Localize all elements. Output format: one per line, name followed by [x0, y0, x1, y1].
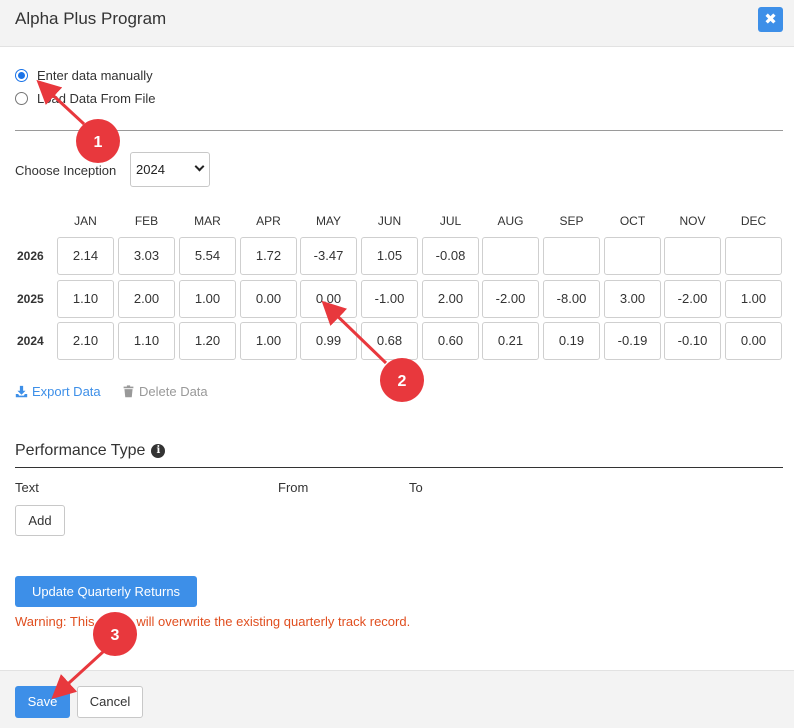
- month-header-sep: SEP: [559, 214, 584, 228]
- radio-enter-manually[interactable]: Enter data manually: [15, 66, 153, 84]
- return-input-2025-oct[interactable]: 3.00: [604, 280, 661, 318]
- return-input-2024-oct[interactable]: -0.19: [604, 322, 661, 360]
- return-input-2024-mar[interactable]: 1.20: [179, 322, 236, 360]
- return-input-2025-mar[interactable]: 1.00: [179, 280, 236, 318]
- inception-selected-value: 2024: [136, 162, 165, 177]
- return-input-2025-apr[interactable]: 0.00: [240, 280, 297, 318]
- return-input-2026-apr[interactable]: 1.72: [240, 237, 297, 275]
- return-input-2024-jan[interactable]: 2.10: [57, 322, 114, 360]
- annotation-number-1: 1: [94, 134, 103, 151]
- return-input-2026-oct[interactable]: [604, 237, 661, 275]
- close-icon: ✖: [764, 11, 777, 28]
- month-header-may: MAY: [315, 214, 342, 228]
- year-label-2025: 2025: [17, 292, 44, 306]
- return-input-2024-apr[interactable]: 1.00: [240, 322, 297, 360]
- return-input-2024-dec[interactable]: 0.00: [725, 322, 782, 360]
- return-input-2024-jul[interactable]: 0.60: [422, 322, 479, 360]
- return-input-2025-sep[interactable]: -8.00: [543, 280, 600, 318]
- return-input-2024-nov[interactable]: -0.10: [664, 322, 721, 360]
- save-button[interactable]: Save: [15, 686, 70, 718]
- return-input-2026-feb[interactable]: 3.03: [118, 237, 175, 275]
- radio-button[interactable]: [15, 91, 28, 105]
- return-input-2025-jan[interactable]: 1.10: [57, 280, 114, 318]
- return-input-2026-may[interactable]: -3.47: [300, 237, 357, 275]
- return-input-2026-jan[interactable]: 2.14: [57, 237, 114, 275]
- month-header-apr: APR: [256, 214, 281, 228]
- return-input-2025-nov[interactable]: -2.00: [664, 280, 721, 318]
- update-quarterly-returns-button[interactable]: Update Quarterly Returns: [15, 576, 197, 607]
- export-data-label: Export Data: [32, 384, 101, 399]
- return-input-2025-aug[interactable]: -2.00: [482, 280, 539, 318]
- month-header-oct: OCT: [619, 214, 646, 228]
- month-header-aug: AUG: [497, 214, 524, 228]
- annotation-number-3: 3: [111, 627, 120, 644]
- return-input-2024-may[interactable]: 0.99: [300, 322, 357, 360]
- performance-divider: [15, 467, 783, 468]
- add-button[interactable]: Add: [15, 505, 65, 536]
- return-input-2026-aug[interactable]: [482, 237, 539, 275]
- return-input-2026-mar[interactable]: 5.54: [179, 237, 236, 275]
- return-input-2026-nov[interactable]: [664, 237, 721, 275]
- chevron-down-icon: [194, 161, 205, 172]
- column-from-label: From: [278, 480, 309, 495]
- trash-icon: [123, 385, 134, 398]
- return-input-2025-jun[interactable]: -1.00: [361, 280, 418, 318]
- return-input-2026-jul[interactable]: -0.08: [422, 237, 479, 275]
- download-icon: [15, 385, 28, 398]
- radio-label-manual: Enter data manually: [37, 67, 153, 83]
- delete-data-link[interactable]: Delete Data: [122, 384, 208, 399]
- return-input-2026-dec[interactable]: [725, 237, 782, 275]
- year-label-2024: 2024: [17, 334, 44, 348]
- annotation-marker-2: 2: [380, 358, 424, 402]
- performance-type-title: Performance Type: [15, 442, 146, 459]
- return-input-2025-jul[interactable]: 2.00: [422, 280, 479, 318]
- month-header-feb: FEB: [134, 214, 159, 228]
- return-input-2024-jun[interactable]: 0.68: [361, 322, 418, 360]
- return-input-2025-dec[interactable]: 1.00: [725, 280, 782, 318]
- return-input-2026-jun[interactable]: 1.05: [361, 237, 418, 275]
- delete-data-label: Delete Data: [139, 384, 208, 399]
- radio-label-file: Load Data From File: [37, 90, 156, 106]
- month-header-jan: JAN: [74, 214, 97, 228]
- annotation-marker-1: 1: [76, 119, 120, 163]
- return-input-2024-sep[interactable]: 0.19: [543, 322, 600, 360]
- performance-type-heading: Performance Type i: [15, 442, 166, 460]
- column-to-label: To: [409, 480, 423, 495]
- year-label-2026: 2026: [17, 249, 44, 263]
- month-header-dec: DEC: [740, 214, 767, 228]
- info-icon[interactable]: i: [151, 444, 166, 458]
- choose-inception-label: Choose Inception: [15, 163, 117, 178]
- return-input-2024-feb[interactable]: 1.10: [118, 322, 175, 360]
- month-header-mar: MAR: [194, 214, 221, 228]
- close-button[interactable]: ✖: [758, 7, 783, 32]
- radio-button-checked[interactable]: [15, 68, 28, 82]
- annotation-number-2: 2: [398, 373, 407, 390]
- month-header-jul: JUL: [439, 214, 462, 228]
- month-header-nov: NOV: [679, 214, 706, 228]
- modal-title: Alpha Plus Program: [15, 9, 167, 28]
- return-input-2024-aug[interactable]: 0.21: [482, 322, 539, 360]
- warning-text: Warning: This action will overwrite the …: [15, 614, 411, 629]
- divider: [15, 130, 783, 131]
- return-input-2026-sep[interactable]: [543, 237, 600, 275]
- export-data-link[interactable]: Export Data: [15, 384, 101, 399]
- modal-header: Alpha Plus Program ✖: [0, 0, 794, 47]
- month-header-jun: JUN: [377, 214, 402, 228]
- radio-load-from-file[interactable]: Load Data From File: [15, 89, 156, 107]
- column-text-label: Text: [15, 480, 39, 495]
- cancel-button[interactable]: Cancel: [77, 686, 143, 718]
- inception-select[interactable]: 2024: [130, 152, 210, 187]
- return-input-2025-may[interactable]: 0.00: [300, 280, 357, 318]
- return-input-2025-feb[interactable]: 2.00: [118, 280, 175, 318]
